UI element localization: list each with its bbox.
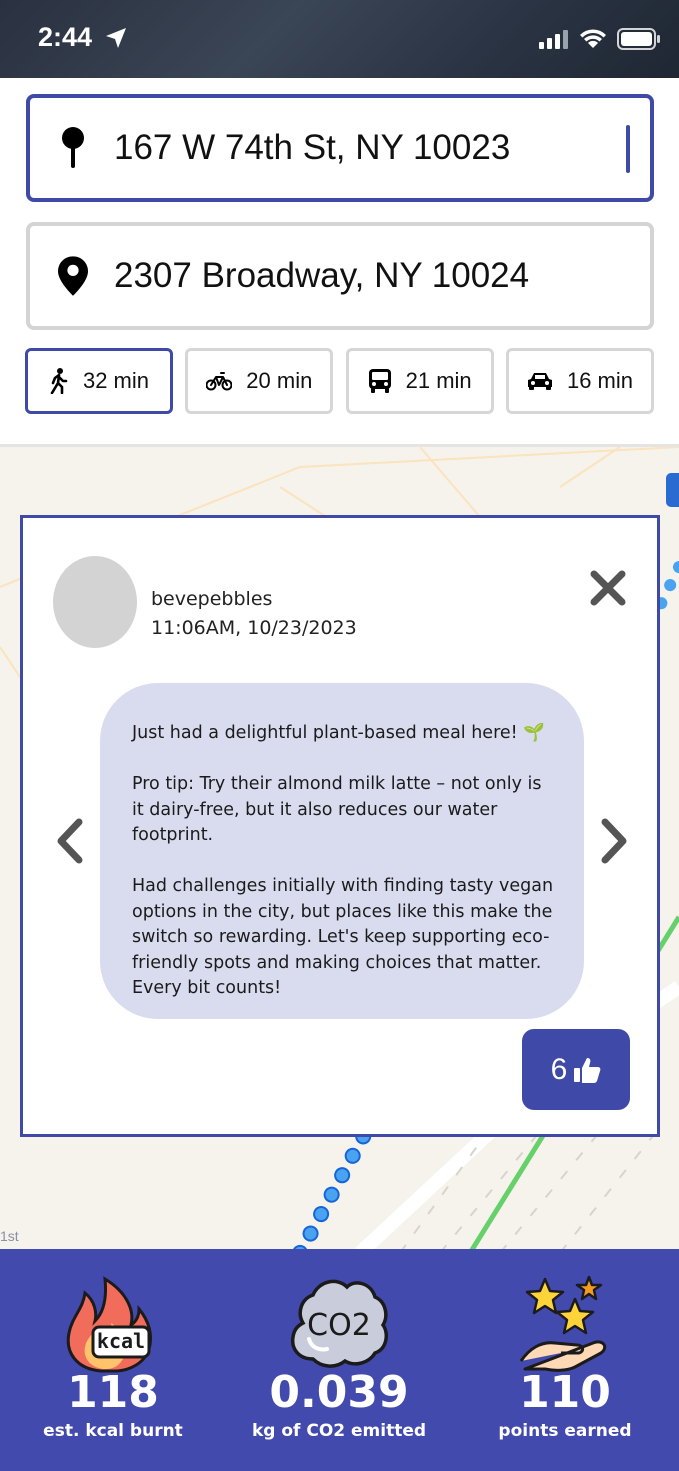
battery-icon: [617, 28, 660, 50]
wifi-icon: [580, 29, 606, 48]
review-card: bevepebbles 11:06AM, 10/23/2023 Just had…: [20, 515, 660, 1137]
points-value: 110: [519, 1367, 611, 1418]
pushpin-icon: [58, 126, 88, 170]
transport-modes: 32 min 20 min 21 min 16 min: [25, 348, 654, 414]
post-paragraph: Had challenges initially with finding ta…: [132, 876, 554, 998]
close-icon[interactable]: [588, 568, 628, 608]
previous-arrow-icon[interactable]: [53, 818, 85, 864]
mode-bus-label: 21 min: [405, 368, 472, 393]
destination-text: 2307 Broadway, NY 10024: [114, 256, 530, 295]
walk-icon: [50, 368, 68, 394]
next-arrow-icon[interactable]: [599, 818, 631, 864]
stat-kcal: kcal 118 est. kcal burnt: [0, 1249, 226, 1471]
post-paragraph: Pro tip: Try their almond milk latte – n…: [132, 774, 542, 845]
kcal-label: est. kcal burnt: [43, 1421, 183, 1441]
origin-input[interactable]: 167 W 74th St, NY 10023: [26, 94, 654, 202]
text-cursor: [626, 125, 630, 173]
status-bar: 2:44: [0, 0, 679, 78]
kcal-icon-text: kcal: [97, 1329, 145, 1353]
stat-points: 110 points earned: [452, 1249, 678, 1471]
stat-co2: CO2 0.039 kg of CO2 emitted: [226, 1249, 452, 1471]
username[interactable]: bevepebbles: [151, 588, 272, 610]
post-paragraph: Just had a delightful plant-based meal h…: [132, 723, 546, 743]
mode-bus[interactable]: 21 min: [345, 348, 494, 414]
co2-cloud-icon: CO2: [290, 1279, 389, 1368]
like-button[interactable]: 6: [522, 1029, 630, 1110]
status-icons: [539, 28, 661, 50]
map-street-label: 1st: [0, 1228, 19, 1244]
mode-car-label: 16 min: [566, 368, 633, 393]
mode-car[interactable]: 16 min: [505, 348, 654, 414]
bus-icon: [368, 369, 391, 393]
points-label: points earned: [498, 1421, 632, 1441]
map-marker-icon: [58, 254, 88, 298]
mode-walk-label: 32 min: [82, 368, 150, 393]
bike-icon: [206, 372, 233, 391]
mode-walk[interactable]: 32 min: [25, 348, 173, 414]
destination-input[interactable]: 2307 Broadway, NY 10024: [26, 222, 654, 330]
like-count: 6: [550, 1052, 568, 1086]
thumbs-up-icon: [574, 1057, 601, 1083]
location-arrow-icon: [106, 28, 126, 48]
post-message-bubble: Just had a delightful plant-based meal h…: [100, 683, 584, 1019]
car-icon: [527, 373, 552, 390]
stats-bar: kcal 118 est. kcal burnt CO2 0.039 kg of…: [0, 1249, 679, 1471]
stars-hand-icon: [519, 1275, 607, 1372]
origin-text: 167 W 74th St, NY 10023: [114, 128, 511, 167]
status-time: 2:44: [38, 22, 93, 52]
kcal-value: 118: [67, 1367, 159, 1418]
cellular-signal-icon: [539, 30, 568, 49]
co2-label: kg of CO2 emitted: [251, 1421, 427, 1441]
avatar[interactable]: [53, 556, 137, 648]
kcal-flame-icon: kcal: [66, 1276, 153, 1373]
mode-bike-label: 20 min: [246, 368, 313, 393]
post-timestamp: 11:06AM, 10/23/2023: [151, 617, 357, 639]
co2-value: 0.039: [269, 1367, 409, 1418]
co2-icon-text: CO2: [307, 1308, 371, 1343]
mode-bike[interactable]: 20 min: [185, 348, 334, 414]
